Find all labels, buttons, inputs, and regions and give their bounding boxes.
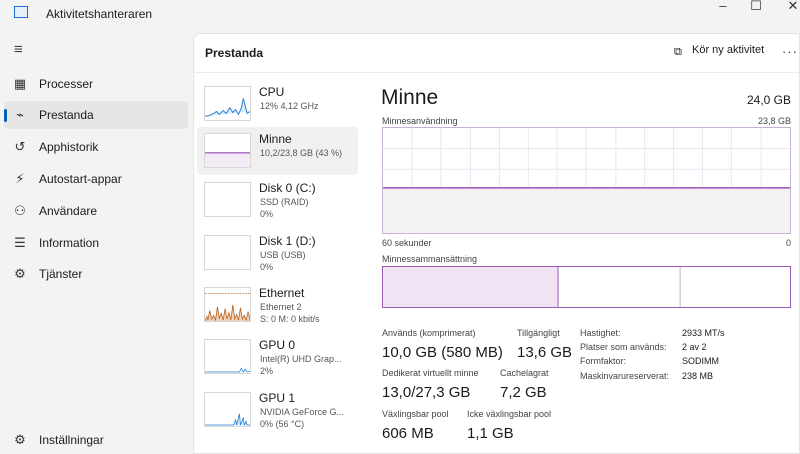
paged-pool-label: Växlingsbar pool — [382, 409, 449, 419]
usage-graph-max: 23,8 GB — [757, 116, 791, 126]
device-usage: 0% — [260, 209, 274, 219]
nav-item-tjanster[interactable]: ⚙ Tjänster — [4, 260, 188, 288]
cached-label: Cachelagrat — [500, 368, 549, 378]
device-name: Minne — [259, 132, 292, 146]
device-cpu[interactable]: CPU 12% 4,12 GHz — [197, 80, 358, 128]
committed-label: Dedikerat virtuellt minne — [382, 368, 479, 378]
nav-item-label: Inställningar — [39, 433, 104, 447]
disk-0-thumbnail — [204, 182, 251, 217]
nav-item-autostart[interactable]: ⚡ Autostart-appar — [4, 165, 188, 193]
startup-icon: ⚡ — [15, 171, 25, 186]
device-name: CPU — [259, 85, 285, 99]
device-usage: 2% — [260, 366, 274, 376]
device-usage: 0% (56 °C) — [260, 419, 305, 429]
run-new-task-button[interactable]: ⧉ Kör ny aktivitet — [674, 44, 764, 62]
gpu-1-thumbnail — [204, 392, 251, 427]
nav-item-label: Apphistorik — [39, 140, 99, 154]
nav-item-label: Autostart-appar — [39, 172, 122, 186]
nav-item-information[interactable]: ☰ Information — [4, 229, 188, 257]
cpu-thumbnail — [204, 86, 251, 121]
users-icon: ⚇ — [14, 203, 26, 218]
composition-in-use — [383, 267, 559, 307]
device-memory[interactable]: Minne 10,2/23,8 GB (43 %) — [197, 127, 358, 175]
device-detail: Ethernet 2 — [260, 302, 302, 312]
device-ethernet[interactable]: Ethernet Ethernet 2 S: 0 M: 0 kbit/s — [197, 281, 358, 329]
spec-value: 238 MB — [682, 371, 714, 381]
app-icon — [14, 6, 28, 18]
spec-value: SODIMM — [682, 356, 719, 366]
device-disk-1[interactable]: Disk 1 (D:) USB (USB) 0% — [197, 229, 358, 277]
device-detail: Intel(R) UHD Grap... — [260, 354, 342, 364]
window-title: Aktivitetshanteraren — [46, 7, 153, 21]
memory-total: 24,0 GB — [746, 93, 791, 107]
spec-key: Platser som används: — [580, 342, 667, 352]
spec-key: Hastighet: — [580, 328, 621, 338]
device-name: Disk 0 (C:) — [259, 181, 316, 195]
nonpaged-pool-label: Icke växlingsbar pool — [467, 409, 552, 419]
in-use-label: Används (komprimerat) — [382, 328, 476, 338]
graph-time-right: 0 — [785, 238, 791, 248]
run-task-label: Kör ny aktivitet — [692, 44, 765, 56]
spec-value: 2 av 2 — [682, 342, 707, 352]
gpu-0-thumbnail — [204, 339, 251, 374]
nav-item-processer[interactable]: ▦ Processer — [4, 70, 188, 98]
history-icon: ↺ — [14, 139, 26, 154]
nav-item-label: Tjänster — [39, 267, 83, 281]
device-name: GPU 0 — [259, 338, 296, 352]
nav-item-prestanda[interactable]: ⌁ Prestanda — [4, 101, 188, 129]
memory-composition-bar — [382, 266, 791, 308]
device-disk-0[interactable]: Disk 0 (C:) SSD (RAID) 0% — [197, 176, 358, 224]
spec-key: Formfaktor: — [580, 356, 627, 366]
device-detail: 10,2/23,8 GB (43 %) — [260, 148, 343, 158]
nav-item-installningar[interactable]: ⚙ Inställningar — [4, 426, 188, 454]
performance-icon: ⌁ — [16, 107, 24, 122]
nav-item-label: Processer — [39, 77, 94, 91]
device-throughput: S: 0 M: 0 kbit/s — [260, 314, 320, 324]
run-task-icon: ⧉ — [674, 46, 682, 58]
processes-icon: ▦ — [13, 76, 27, 91]
device-gpu-1[interactable]: GPU 1 NVIDIA GeForce G... 0% (56 °C) — [197, 386, 358, 434]
nonpaged-pool-value: 1,1 GB — [467, 425, 514, 442]
more-options-button[interactable]: ··· — [782, 44, 798, 59]
cached-value: 7,2 GB — [500, 384, 547, 401]
paged-pool-value: 606 MB — [382, 425, 434, 442]
memory-thumbnail — [204, 133, 251, 168]
device-detail: NVIDIA GeForce G... — [260, 407, 345, 417]
page-title: Prestanda — [205, 46, 264, 60]
device-detail: USB (USB) — [260, 250, 306, 260]
committed-value: 13,0/27,3 GB — [382, 384, 471, 401]
device-detail: 12% 4,12 GHz — [260, 101, 319, 111]
nav-item-label: Information — [39, 236, 100, 250]
device-name: Ethernet — [259, 286, 305, 300]
hamburger-icon[interactable]: ≡ — [14, 42, 28, 57]
in-use-value: 10,0 GB (580 MB) — [382, 344, 503, 361]
device-name: Disk 1 (D:) — [259, 234, 316, 248]
nav-item-apphistorik[interactable]: ↺ Apphistorik — [4, 133, 188, 161]
disk-1-thumbnail — [204, 235, 251, 270]
details-icon: ☰ — [14, 235, 26, 250]
settings-icon: ⚙ — [14, 432, 26, 447]
ethernet-thumbnail — [204, 287, 251, 322]
device-name: GPU 1 — [259, 391, 296, 405]
device-gpu-0[interactable]: GPU 0 Intel(R) UHD Grap... 2% — [197, 333, 358, 381]
device-usage: 0% — [260, 262, 274, 272]
active-indicator — [4, 109, 7, 122]
spec-key: Maskinvarureserverat: — [580, 371, 670, 381]
graph-time-left: 60 sekunder — [382, 238, 432, 248]
usage-area — [383, 187, 790, 233]
close-button[interactable]: ✕ — [770, 0, 800, 18]
memory-usage-graph — [382, 127, 791, 234]
nav-item-label: Prestanda — [39, 108, 94, 122]
composition-label: Minnessammansättning — [382, 254, 478, 264]
usage-graph-label: Minnesanvändning — [382, 116, 458, 126]
header-divider — [194, 72, 800, 73]
available-label: Tillgängligt — [517, 328, 560, 338]
nav-item-anvandare[interactable]: ⚇ Användare — [4, 197, 188, 225]
spec-value: 2933 MT/s — [682, 328, 725, 338]
nav-item-label: Användare — [39, 204, 98, 218]
device-detail: SSD (RAID) — [260, 197, 309, 207]
available-value: 13,6 GB — [517, 344, 573, 361]
services-icon: ⚙ — [14, 266, 26, 281]
detail-title: Minne — [381, 86, 439, 109]
